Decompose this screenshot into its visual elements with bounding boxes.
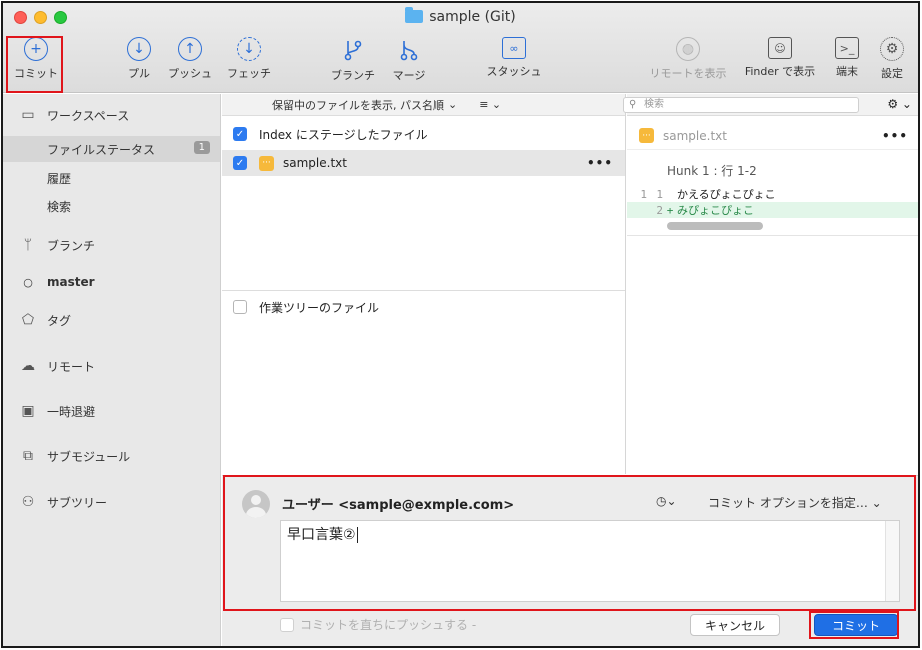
- sidebar-submodules[interactable]: ⧉ サブモジュール: [3, 443, 220, 469]
- file-view-options[interactable]: 保留中のファイルを表示, パス名順 ⌄ ≡ ⌄: [222, 94, 625, 116]
- highlight-commit-tool: [6, 36, 63, 93]
- window-title: sample (Git): [3, 7, 918, 25]
- staged-files-header[interactable]: ✓ Index にステージしたファイル: [222, 121, 625, 147]
- fetch-icon: ↓: [237, 37, 261, 61]
- branch-button[interactable]: ブランチ: [325, 37, 381, 83]
- modified-file-icon: ···: [639, 128, 654, 143]
- diff-panel: ⚲ 検索 ⚙ ⌄ ··· sample.txt ••• Hunk 1 : 行 1-…: [623, 94, 918, 474]
- action-gear-icon[interactable]: ⚙ ⌄: [887, 97, 912, 111]
- stash-icon: ∞: [502, 37, 526, 59]
- modified-file-icon: ···: [259, 155, 274, 171]
- fetch-button[interactable]: ↓ フェッチ: [221, 37, 277, 81]
- search-icon: ⚲: [629, 99, 637, 110]
- arrow-up-icon: ↑: [178, 37, 202, 61]
- gear-icon: ⚙: [880, 37, 904, 61]
- diff-line-added: 2 + みぴょこぴょこ: [627, 202, 918, 218]
- horizontal-scrollbar[interactable]: [667, 222, 763, 230]
- sidebar-item-search[interactable]: 検索: [3, 193, 220, 219]
- current-branch-icon: ○: [23, 275, 33, 289]
- stash-icon: ▣: [21, 403, 35, 419]
- file-status-count-badge: 1: [193, 141, 210, 154]
- show-in-finder-button[interactable]: ☺ Finder で表示: [737, 37, 823, 79]
- sidebar-tags[interactable]: ⬠ タグ: [3, 307, 220, 333]
- diff-line: 11 かえるぴょこぴょこ: [640, 187, 776, 202]
- staged-file-checkbox[interactable]: ✓: [233, 156, 247, 170]
- cloud-icon: ☁: [21, 358, 35, 374]
- sidebar-item-file-status[interactable]: ファイルステータス 1: [3, 136, 220, 162]
- branch-icon: [344, 40, 362, 61]
- sidebar-item-master[interactable]: ○ master: [3, 269, 220, 295]
- sidebar-workspace: ▭ ワークスペース: [3, 102, 220, 128]
- search-bar: ⚲ 検索 ⚙ ⌄: [623, 94, 918, 116]
- terminal-icon: >_: [835, 37, 859, 59]
- staged-file-row[interactable]: ✓ ··· sample.txt •••: [222, 150, 625, 176]
- sidebar: ▭ ワークスペース ファイルステータス 1 履歴 検索 ᛘ ブランチ ○ master…: [3, 94, 221, 646]
- sidebar-item-history[interactable]: 履歴: [3, 165, 220, 191]
- sidebar-remotes[interactable]: ☁ リモート: [3, 353, 220, 379]
- finder-icon: ☺: [768, 37, 792, 59]
- list-icon[interactable]: ≡ ⌄: [479, 98, 501, 111]
- show-remote-button[interactable]: ◍ リモートを表示: [644, 37, 732, 81]
- staged-all-checkbox[interactable]: ✓: [233, 127, 247, 141]
- branch-icon: ᛘ: [23, 237, 33, 253]
- push-immediately-option[interactable]: コミットを直ちにプッシュする -: [280, 616, 476, 633]
- diff-file-header: ··· sample.txt •••: [627, 122, 918, 150]
- more-options-icon[interactable]: •••: [587, 156, 613, 170]
- highlight-commit-form: [223, 475, 916, 611]
- sidebar-branches[interactable]: ᛘ ブランチ: [3, 232, 220, 258]
- terminal-button[interactable]: >_ 端末: [830, 37, 864, 79]
- stash-button[interactable]: ∞ スタッシュ: [481, 37, 547, 79]
- folder-icon: [405, 7, 424, 23]
- unstaged-files-header[interactable]: 作業ツリーのファイル: [222, 294, 625, 320]
- file-panel: 保留中のファイルを表示, パス名順 ⌄ ≡ ⌄ ✓ Index にステージしたファ…: [222, 94, 626, 474]
- push-immediately-checkbox[interactable]: [280, 617, 294, 632]
- toolbar: sample (Git) + コミット ↓ プル ↑ プッシュ ↓ フェッチ ブ…: [3, 3, 918, 93]
- submodule-icon: ⧉: [23, 448, 33, 464]
- tag-icon: ⬠: [21, 312, 35, 328]
- pull-button[interactable]: ↓ プル: [119, 37, 159, 81]
- unstaged-all-checkbox[interactable]: [233, 300, 247, 314]
- search-input[interactable]: ⚲ 検索: [623, 97, 859, 113]
- sidebar-stashes[interactable]: ▣ 一時退避: [3, 398, 220, 424]
- globe-icon: ◍: [676, 37, 700, 61]
- cancel-button[interactable]: キャンセル: [690, 614, 780, 636]
- settings-button[interactable]: ⚙ 設定: [875, 37, 909, 81]
- diff-options-icon[interactable]: •••: [882, 129, 908, 143]
- hunk-header: Hunk 1 : 行 1-2: [667, 164, 757, 178]
- sidebar-subtrees[interactable]: ⚇ サブツリー: [3, 489, 220, 515]
- subtree-icon: ⚇: [21, 494, 35, 510]
- merge-icon: [400, 41, 418, 61]
- monitor-icon: ▭: [21, 107, 35, 123]
- push-button[interactable]: ↑ プッシュ: [163, 37, 217, 81]
- highlight-commit-button: [809, 611, 899, 639]
- chevron-down-icon: ⌄: [448, 98, 458, 111]
- app-window: sample (Git) + コミット ↓ プル ↑ プッシュ ↓ フェッチ ブ…: [1, 1, 920, 648]
- arrow-down-icon: ↓: [127, 37, 151, 61]
- merge-button[interactable]: マージ: [387, 37, 431, 83]
